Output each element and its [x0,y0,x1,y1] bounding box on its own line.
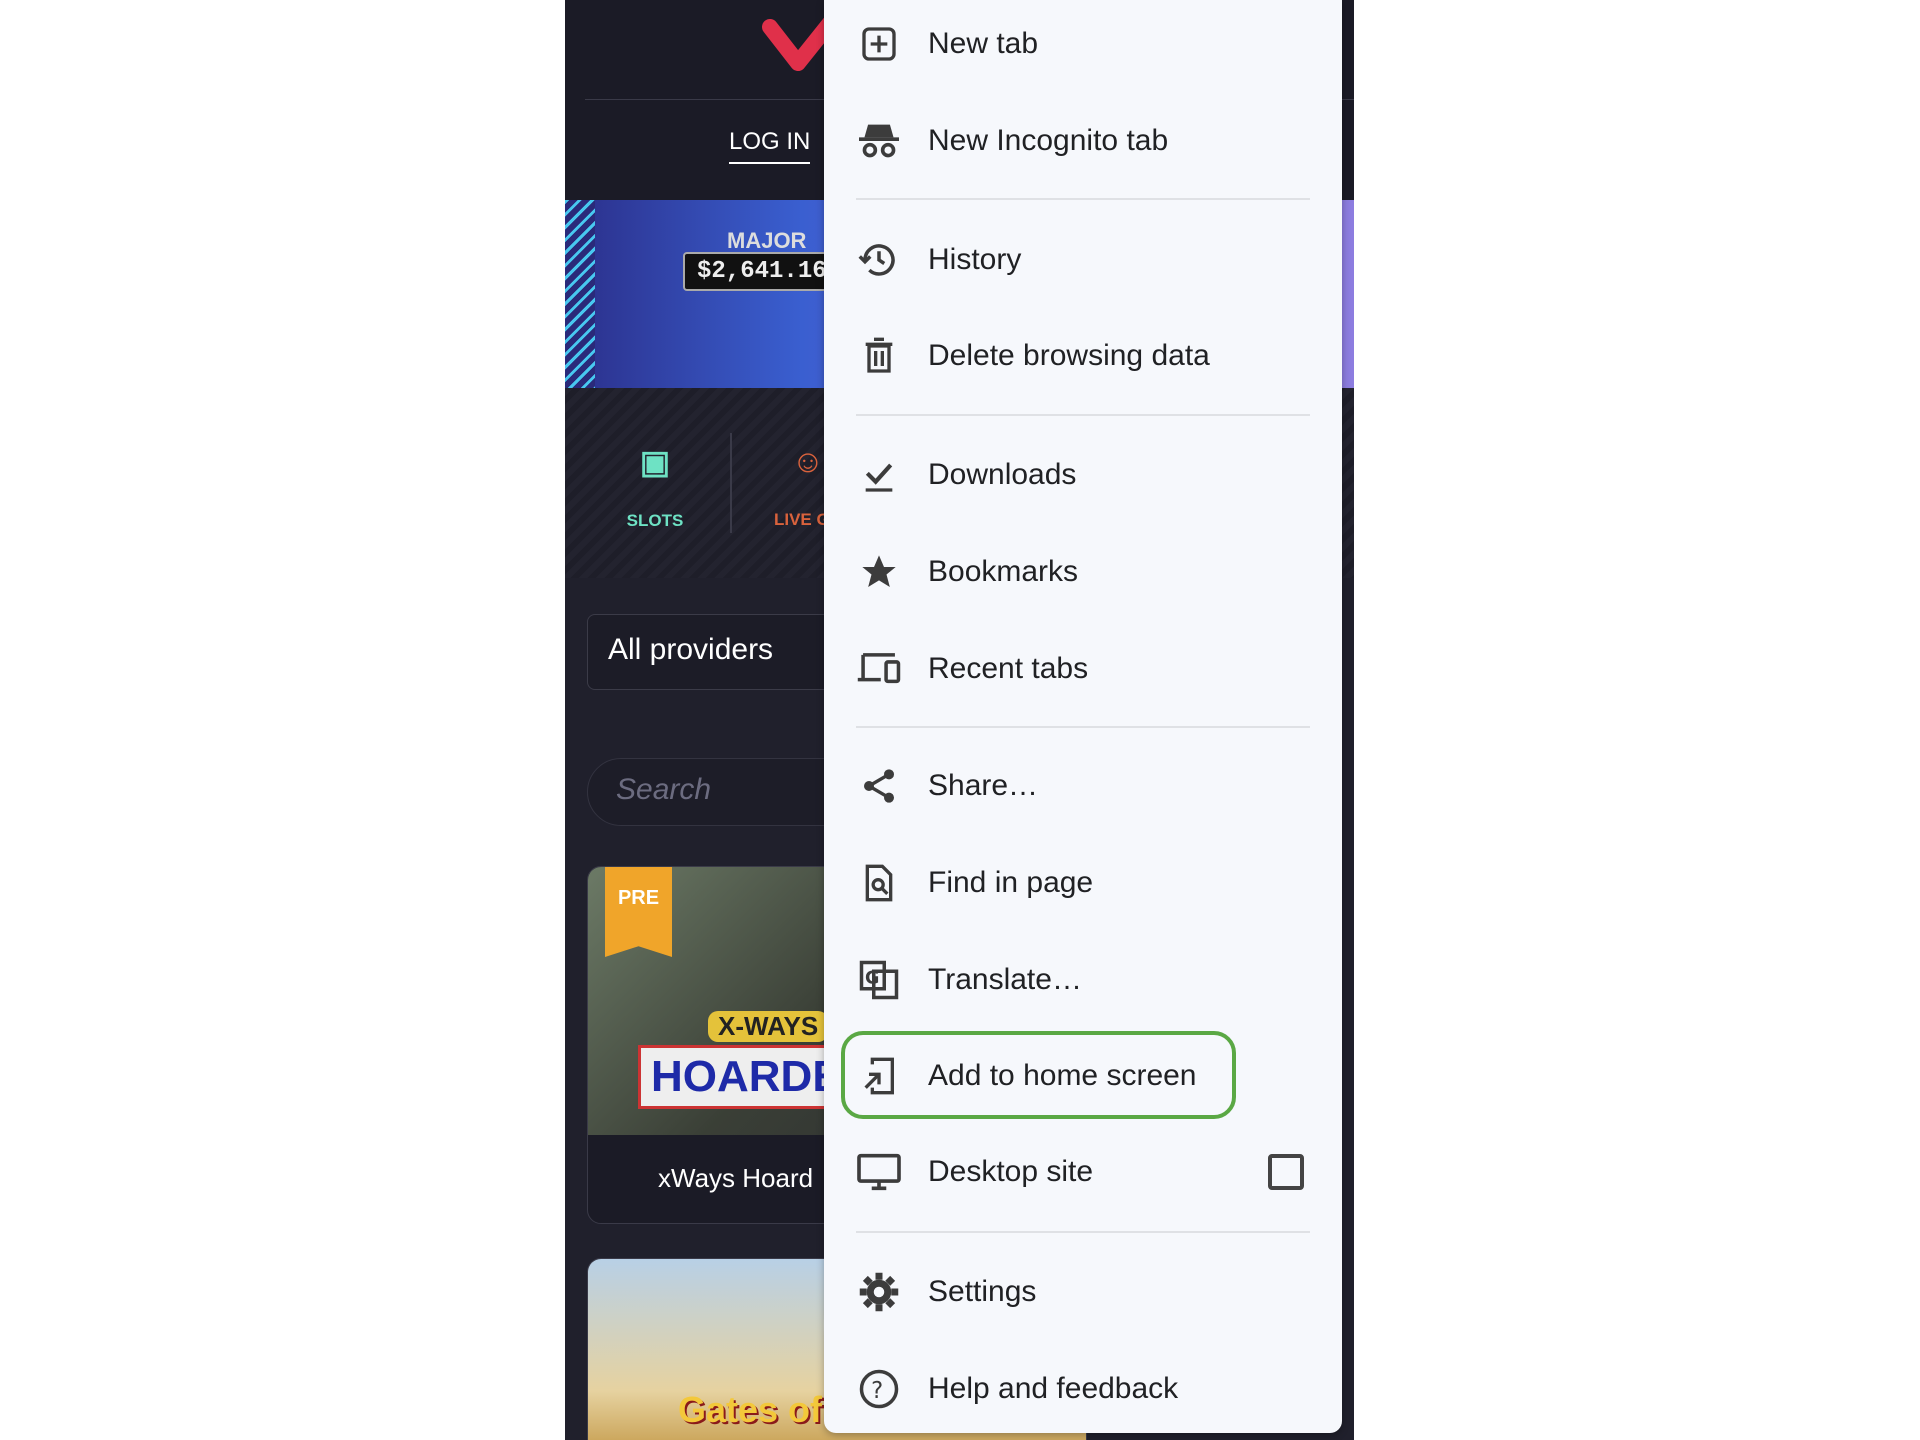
menu-item-label: Recent tabs [928,652,1089,685]
menu-item-label: Desktop site [928,1155,1094,1188]
menu-item-new-incognito-tab[interactable]: New Incognito tab [824,96,1342,186]
menu-item-label: Delete browsing data [928,339,1210,372]
menu-divider [856,1231,1310,1233]
menu-divider [856,198,1310,200]
menu-item-recent-tabs[interactable]: Recent tabs [824,624,1342,714]
banner-stripes [565,200,595,388]
category-label: SLOTS [626,511,684,530]
new-tab-icon [856,21,902,67]
jackpot-label: MAJOR [727,228,807,253]
category-divider [730,433,732,533]
menu-item-label: Translate… [928,963,1082,996]
menu-item-translate[interactable]: G Translate… [824,935,1342,1025]
star-icon [856,549,902,595]
menu-item-label: Downloads [928,458,1077,491]
jackpot-amount: $2,641.16 [683,252,841,291]
translate-icon: G [856,957,902,1003]
browser-overflow-menu: New tab New Incognito tab History Delete br… [824,0,1342,1433]
menu-item-share[interactable]: Share… [824,741,1342,831]
svg-text:G: G [865,969,879,989]
incognito-icon [856,118,902,164]
game-art-title: HOARDE [638,1045,855,1109]
help-icon: ? [856,1366,902,1412]
menu-item-history[interactable]: History [824,215,1342,305]
highlight-outline [841,1031,1236,1119]
history-icon [856,237,902,283]
trash-icon [856,333,902,379]
menu-item-label: Find in page [928,866,1094,899]
menu-item-label: New tab [928,27,1039,60]
menu-divider [856,414,1310,416]
menu-item-label: Help and feedback [928,1372,1179,1405]
category-slots[interactable]: ▣ SLOTS [605,443,705,531]
download-icon [856,452,902,498]
find-in-page-icon [856,860,902,906]
menu-divider [856,726,1310,728]
login-link[interactable]: LOG IN [729,128,811,164]
menu-item-bookmarks[interactable]: Bookmarks [824,527,1342,617]
devices-icon [856,646,902,692]
menu-item-find-in-page[interactable]: Find in page [824,838,1342,928]
menu-item-label: New Incognito tab [928,124,1169,157]
desktop-site-checkbox[interactable] [1268,1154,1304,1190]
menu-item-delete-browsing-data[interactable]: Delete browsing data [824,311,1342,401]
menu-item-label: History [928,243,1022,276]
menu-item-downloads[interactable]: Downloads [824,430,1342,520]
share-icon [856,763,902,809]
desktop-icon [856,1149,902,1195]
menu-item-new-tab[interactable]: New tab [824,0,1342,89]
menu-item-help-and-feedback[interactable]: ? Help and feedback [824,1344,1342,1434]
menu-item-desktop-site[interactable]: Desktop site [824,1127,1342,1217]
gear-icon [856,1269,902,1315]
slot-777-icon: ▣ [639,444,671,480]
menu-item-label: Settings [928,1275,1037,1308]
menu-item-label: Bookmarks [928,555,1079,588]
pre-badge: PRE [605,867,672,957]
menu-item-label: Share… [928,769,1039,802]
menu-item-settings[interactable]: Settings [824,1247,1342,1337]
svg-text:?: ? [871,1378,883,1404]
game-art-text: X-WAYS [708,1011,829,1042]
